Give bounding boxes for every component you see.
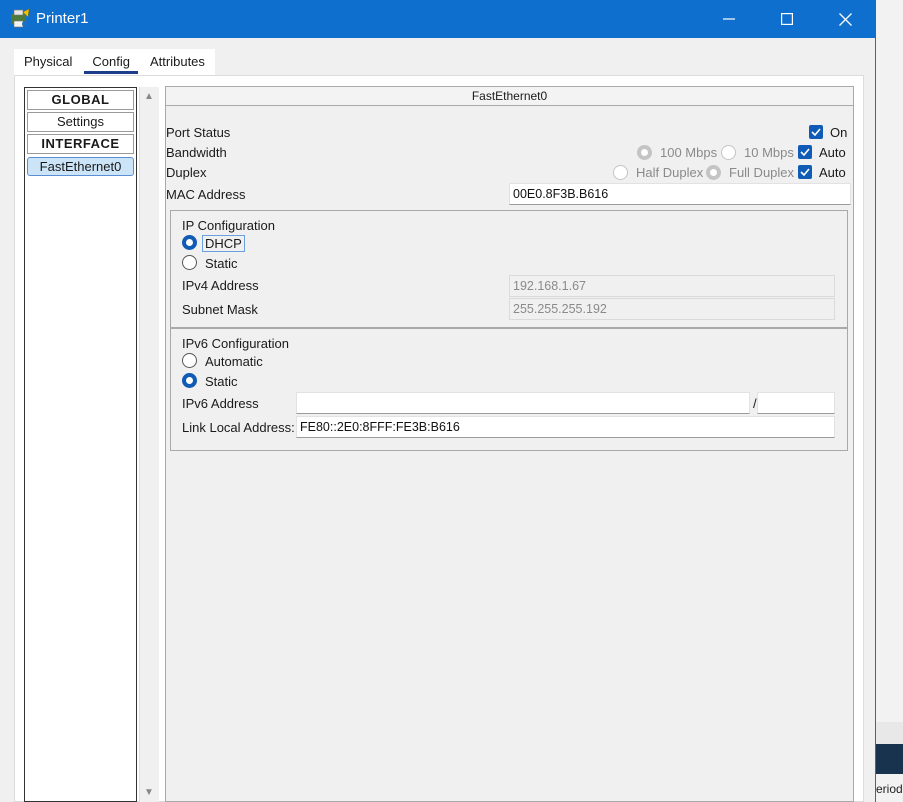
bandwidth-auto-label: Auto xyxy=(819,145,846,160)
link-local-address-field[interactable]: FE80::2E0:8FFF:FE3B:B616 xyxy=(296,416,835,438)
minimize-button[interactable] xyxy=(700,0,758,38)
mac-address-field[interactable]: 00E0.8F3B.B616 xyxy=(509,183,851,205)
minimize-icon xyxy=(723,18,735,20)
ipv4-address-label: IPv4 Address xyxy=(182,278,259,293)
printer-config-window: Printer1 Physical Config Attributes GLOB… xyxy=(0,0,876,802)
scroll-down-icon[interactable]: ▼ xyxy=(144,787,154,798)
subnet-mask-field[interactable]: 255.255.255.192 xyxy=(509,298,835,320)
duplex-half-radio[interactable] xyxy=(613,165,628,180)
bandwidth-auto-checkbox[interactable] xyxy=(798,145,812,159)
checkmark-icon xyxy=(811,128,821,136)
port-status-on-label: On xyxy=(830,125,848,140)
ipv6-static-label: Static xyxy=(205,374,238,389)
ipv6-address-field[interactable] xyxy=(296,392,750,414)
bandwidth-100-radio[interactable] xyxy=(637,145,652,160)
panel-title: FastEthernet0 xyxy=(166,87,853,106)
ipv6-automatic-label: Automatic xyxy=(205,354,263,369)
ipv6-address-label: IPv6 Address xyxy=(182,396,259,411)
bandwidth-100-label: 100 Mbps xyxy=(660,145,718,160)
bandwidth-label: Bandwidth xyxy=(166,145,227,160)
background-app: eriod xyxy=(876,0,903,802)
static-ip-radio[interactable] xyxy=(182,255,197,270)
duplex-full-radio[interactable] xyxy=(706,165,721,180)
link-local-address-label: Link Local Address: xyxy=(182,420,295,435)
window-title: Printer1 xyxy=(36,10,89,27)
ipv6-configuration-title: IPv6 Configuration xyxy=(182,336,289,351)
sidebar-item-settings[interactable]: Settings xyxy=(27,112,134,132)
config-sidebar: GLOBAL Settings INTERFACE FastEthernet0 xyxy=(24,87,137,802)
duplex-full-label: Full Duplex xyxy=(729,165,795,180)
sidebar-item-global[interactable]: GLOBAL xyxy=(27,90,134,110)
printer-app-icon xyxy=(11,8,30,28)
dhcp-radio[interactable] xyxy=(182,235,197,250)
background-strip xyxy=(876,722,903,744)
mac-address-label: MAC Address xyxy=(166,187,246,202)
subnet-mask-label: Subnet Mask xyxy=(182,302,258,317)
duplex-half-label: Half Duplex xyxy=(636,165,704,180)
port-status-checkbox[interactable] xyxy=(809,125,823,139)
tab-config[interactable]: Config xyxy=(82,49,140,75)
duplex-auto-checkbox[interactable] xyxy=(798,165,812,179)
static-ip-label: Static xyxy=(205,256,238,271)
scroll-up-icon[interactable]: ▲ xyxy=(144,91,154,102)
close-button[interactable] xyxy=(816,0,874,38)
ipv6-static-radio[interactable] xyxy=(182,373,197,388)
checkmark-icon xyxy=(800,148,810,156)
sidebar-item-interface[interactable]: INTERFACE xyxy=(27,134,134,154)
sidebar-item-fastethernet0[interactable]: FastEthernet0 xyxy=(27,157,134,176)
ipv6-automatic-radio[interactable] xyxy=(182,353,197,368)
sidebar-scrollbar[interactable]: ▲ ▼ xyxy=(139,87,159,802)
duplex-auto-label: Auto xyxy=(819,165,846,180)
background-text: eriod xyxy=(876,782,903,796)
duplex-label: Duplex xyxy=(166,165,207,180)
bandwidth-10-label: 10 Mbps xyxy=(744,145,794,160)
title-bar[interactable]: Printer1 xyxy=(0,0,876,38)
background-dark-strip xyxy=(876,744,903,774)
checkmark-icon xyxy=(800,168,810,176)
tab-attributes[interactable]: Attributes xyxy=(140,49,215,75)
tab-physical[interactable]: Physical xyxy=(14,49,82,75)
maximize-icon xyxy=(781,13,793,25)
maximize-button[interactable] xyxy=(758,0,816,38)
ipv4-address-field[interactable]: 192.168.1.67 xyxy=(509,275,835,297)
close-icon xyxy=(838,12,852,26)
ipv6-prefix-field[interactable] xyxy=(757,392,835,414)
port-status-label: Port Status xyxy=(166,125,231,140)
tab-bar: Physical Config Attributes xyxy=(14,49,215,75)
ip-configuration-title: IP Configuration xyxy=(182,218,275,233)
dhcp-label[interactable]: DHCP xyxy=(202,235,245,252)
bandwidth-10-radio[interactable] xyxy=(721,145,736,160)
